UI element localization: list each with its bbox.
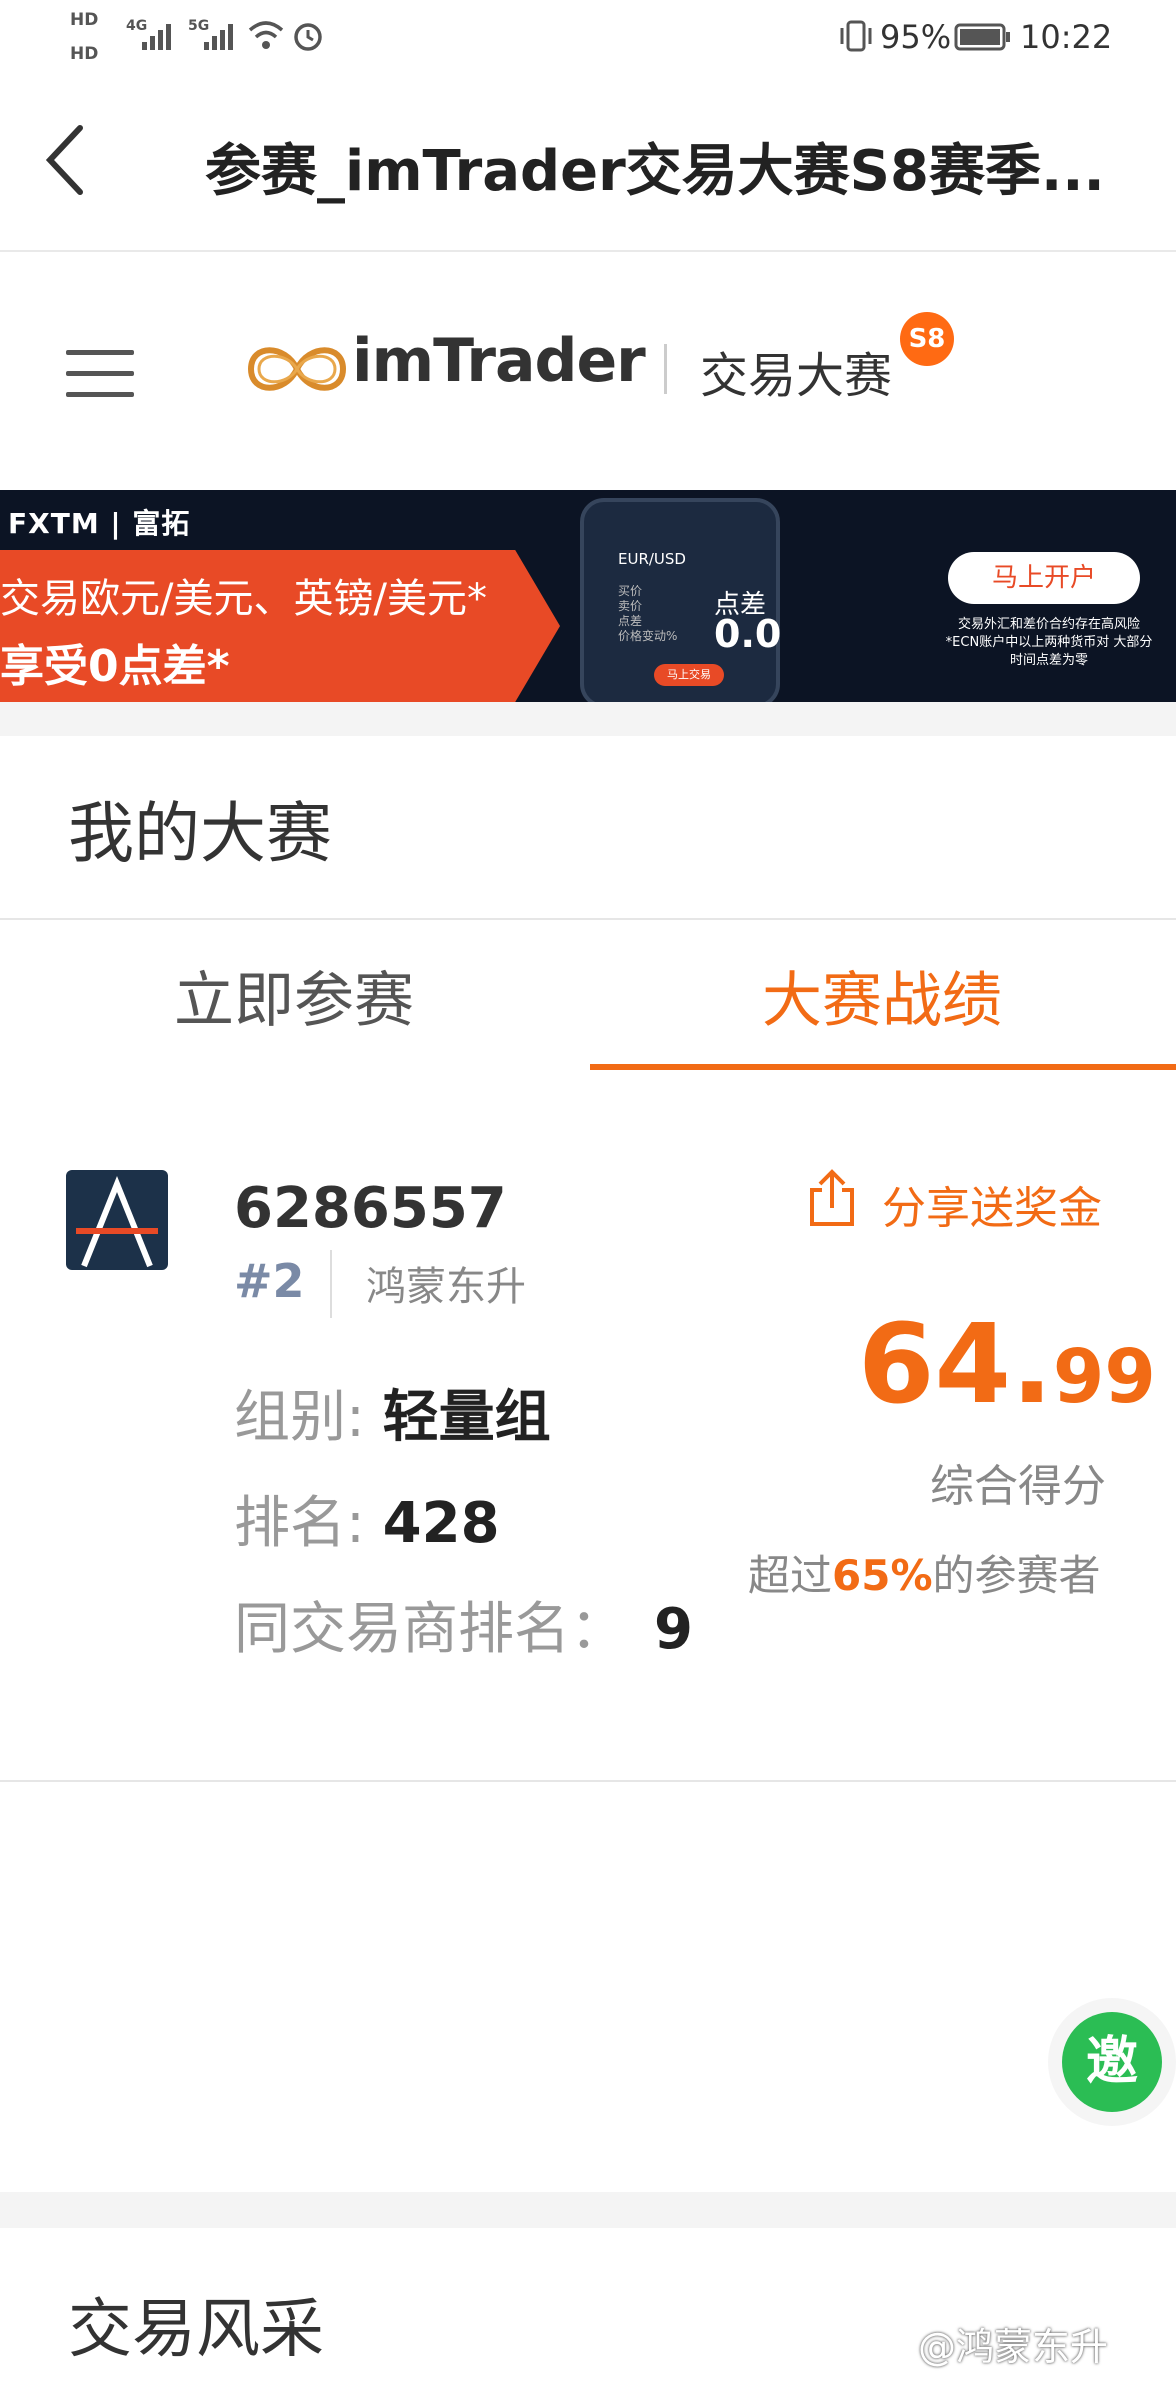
broker-rank-value: 9 <box>654 1597 693 1662</box>
alarm-icon <box>294 23 322 51</box>
composite-score: 64.99 <box>858 1300 1156 1428</box>
battery-percent: 95% <box>880 18 952 56</box>
season-badge: S8 <box>900 312 954 366</box>
status-bar: HD HD 4G 5G 95% 10:22 <box>0 0 1176 76</box>
rank-value: 428 <box>382 1491 500 1556</box>
wifi-icon <box>248 21 284 49</box>
signal-icon <box>142 24 171 50</box>
broker-logo-icon <box>76 1175 158 1268</box>
contest-label: 交易大赛 <box>700 348 893 404</box>
hamburger-menu-icon[interactable] <box>66 350 134 397</box>
signal-icon <box>204 24 233 50</box>
broker-rank-label: 同交易商排名： <box>234 1597 626 1662</box>
tab-join-now[interactable]: 立即参赛 <box>0 952 588 1039</box>
share-icon[interactable] <box>806 1168 858 1228</box>
section-title: 我的大赛 <box>68 795 332 872</box>
risk-disclaimer: 交易外汇和差价合约存在高风险 *ECN账户中以上两种货币对 大部分时间点差为零 <box>945 617 1153 668</box>
share-bonus-button[interactable]: 分享送奖金 <box>882 1172 1102 1236</box>
group-label: 组别: <box>234 1385 383 1450</box>
back-arrow-icon[interactable] <box>40 120 90 200</box>
nickname: 鸿蒙东升 <box>366 1264 526 1310</box>
page-title: 参赛_imTrader交易大赛S8赛季... <box>205 139 1105 204</box>
broker-rank-row: 同交易商排名： 9 <box>234 1584 693 1665</box>
group-row: 组别: 轻量组 <box>234 1372 551 1453</box>
active-tab-indicator <box>590 1064 1176 1070</box>
rank-tag: #2 <box>234 1254 305 1308</box>
rank-row: 排名: 428 <box>234 1478 500 1559</box>
infinity-logo-icon <box>247 347 347 391</box>
rank-label: 排名: <box>234 1491 383 1556</box>
banner-brand: FXTM | 富拓 <box>8 507 191 540</box>
account-id: 6286557 <box>234 1176 507 1241</box>
section-spacer <box>0 702 1176 736</box>
hd-indicator: HD <box>70 44 99 64</box>
brand-logo-text[interactable]: imTrader <box>352 326 646 396</box>
vibrate-icon <box>840 20 872 52</box>
phone-price-list: 买价 卖价 点差 价格变动% <box>618 584 678 643</box>
percentile-text: 超过65%的参赛者 <box>748 1551 1101 1600</box>
divider <box>0 1780 1176 1782</box>
spread-value: 0.0 <box>714 612 782 656</box>
open-account-button[interactable]: 马上开户 <box>948 552 1140 604</box>
tab-contest-record[interactable]: 大赛战绩 <box>588 952 1176 1039</box>
section-spacer <box>0 2192 1176 2228</box>
banner-subheadline: 享受0点差* <box>0 641 230 692</box>
banner-headline: 交易欧元/美元、英镑/美元* <box>0 576 487 622</box>
watermark: @鸿蒙东升 <box>918 2325 1109 2369</box>
divider <box>0 918 1176 920</box>
currency-pair: EUR/USD <box>618 550 686 568</box>
clock: 10:22 <box>1020 18 1113 56</box>
phone-trade-button: 马上交易 <box>654 664 724 686</box>
group-value: 轻量组 <box>382 1385 551 1450</box>
score-label: 综合得分 <box>930 1461 1106 1512</box>
divider <box>330 1250 332 1318</box>
ad-banner[interactable]: FXTM | 富拓 交易欧元/美元、英镑/美元* 享受0点差* EUR/USD … <box>0 490 1176 702</box>
section-title: 交易风采 <box>68 2293 324 2367</box>
logo-divider <box>664 344 667 394</box>
hd-indicator: HD <box>70 10 99 30</box>
battery-icon <box>954 23 1010 51</box>
avatar <box>66 1170 168 1270</box>
invite-button[interactable]: 邀 <box>1062 2012 1162 2112</box>
